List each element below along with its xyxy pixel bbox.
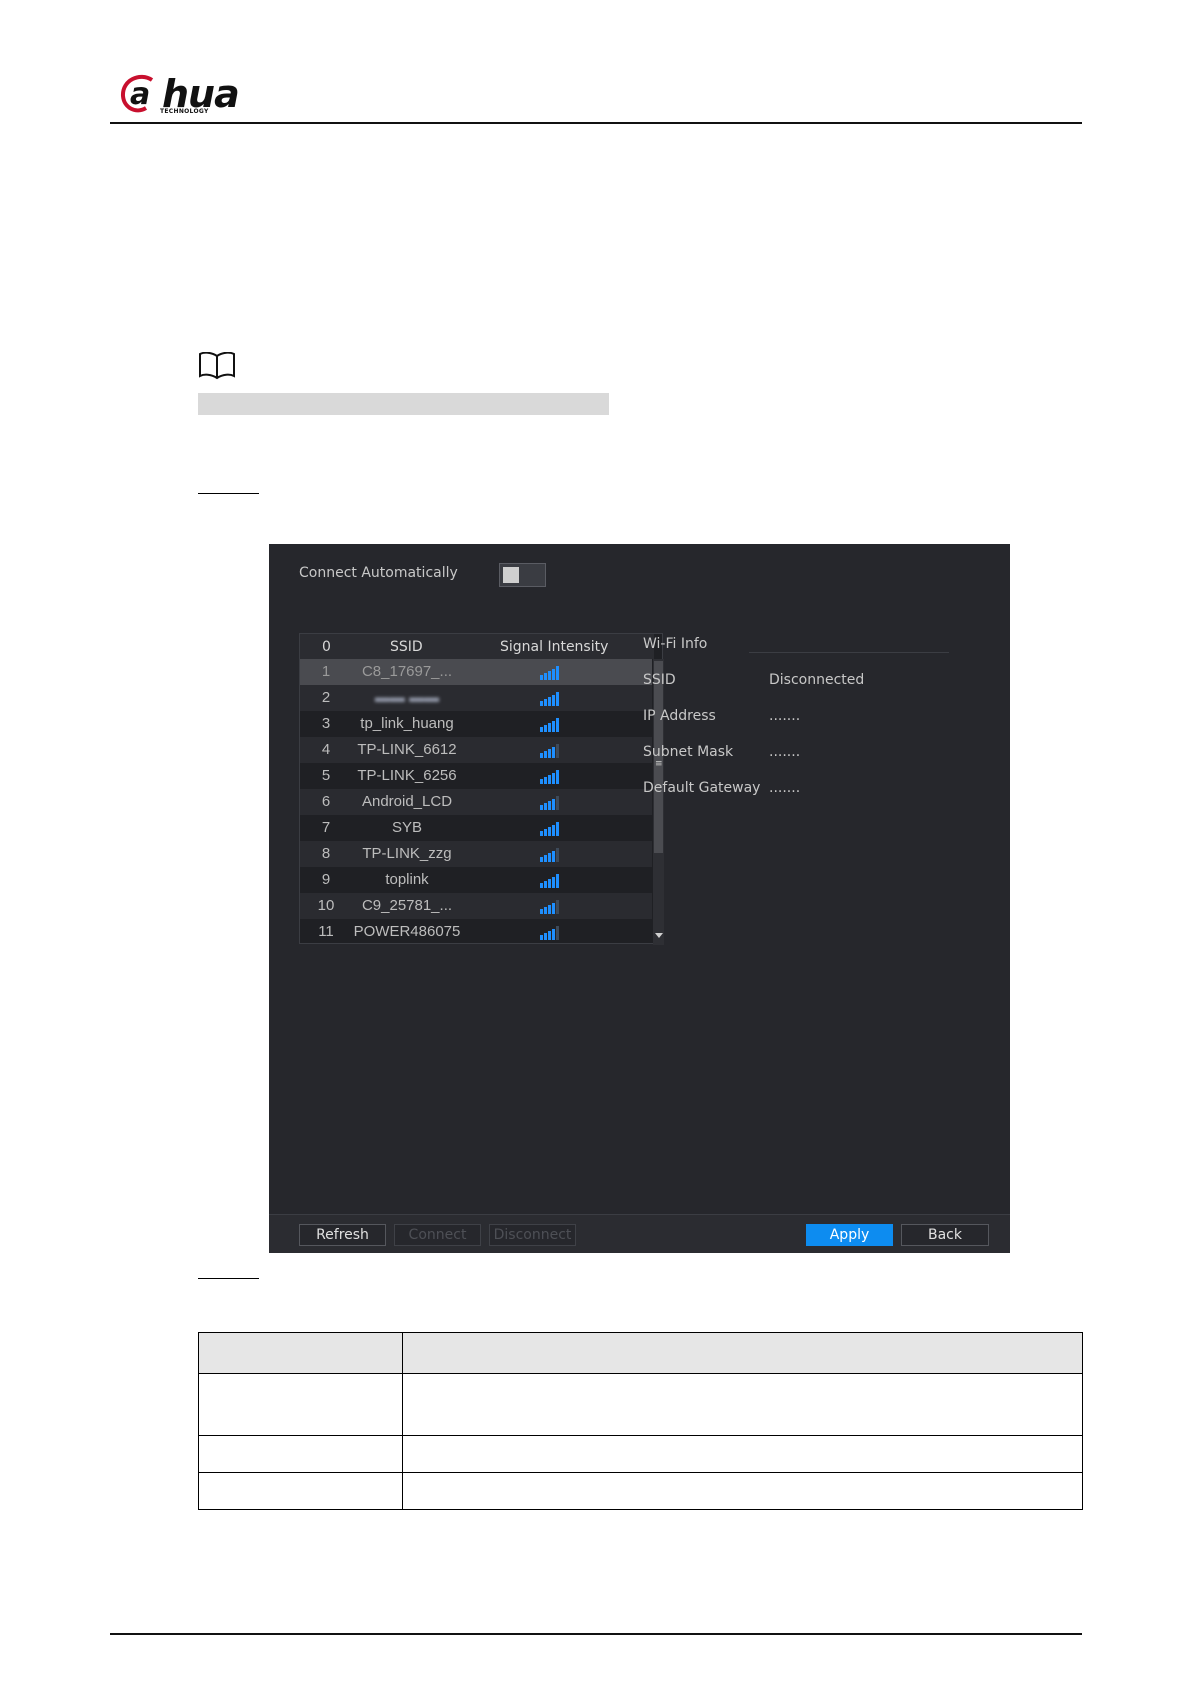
apply-button[interactable]: Apply xyxy=(806,1224,893,1246)
wifi-info-divider xyxy=(749,652,949,653)
connect-auto-label: Connect Automatically xyxy=(299,565,458,581)
scroll-down-icon[interactable] xyxy=(655,933,663,938)
signal-strength-icon xyxy=(540,846,560,862)
step-underline xyxy=(198,493,259,494)
grip-icon: ≡ xyxy=(655,759,663,769)
wifi-settings-panel: Connect Automatically 0 SSID Signal Inte… xyxy=(269,544,1010,1253)
table-cell xyxy=(198,1435,403,1473)
row-ssid: TP-LINK_6256 xyxy=(357,767,457,784)
row-number: 1 xyxy=(321,663,331,680)
wifi-list-row[interactable]: 1 C8_17697_... xyxy=(300,659,652,685)
row-ssid: TP-LINK_zzg xyxy=(362,845,452,862)
col-signal: Signal Intensity xyxy=(500,639,609,655)
table-row xyxy=(198,1373,1083,1436)
signal-strength-icon xyxy=(540,820,560,836)
mask-label: Subnet Mask xyxy=(643,744,734,760)
signal-strength-icon xyxy=(540,716,560,732)
refresh-button[interactable]: Refresh xyxy=(299,1224,386,1246)
connect-button[interactable]: Connect xyxy=(394,1224,481,1246)
wifi-list-row[interactable]: 4 TP-LINK_6612 xyxy=(300,737,652,763)
wifi-list-row[interactable]: 2 ▬▬ ▬▬ xyxy=(300,685,652,711)
signal-strength-icon xyxy=(540,794,560,810)
ssid-label: SSID xyxy=(643,672,676,688)
note-bar xyxy=(198,393,609,415)
wifi-list-header: 0 SSID Signal Intensity xyxy=(300,634,654,659)
table-cell xyxy=(402,1435,1083,1473)
wifi-list-row[interactable]: 5 TP-LINK_6256 xyxy=(300,763,652,789)
wifi-list-row[interactable]: 3 tp_link_huang xyxy=(300,711,652,737)
row-number: 8 xyxy=(321,845,331,862)
table-header-cell xyxy=(402,1332,1083,1374)
footer-rule xyxy=(110,1633,1082,1635)
wifi-list-row[interactable]: 6 Android_LCD xyxy=(300,789,652,815)
signal-strength-icon xyxy=(540,872,560,888)
row-ssid: C8_17697_... xyxy=(361,663,453,680)
brand-logo: a hua TECHNOLOGY xyxy=(120,72,240,116)
gateway-value: ....... xyxy=(769,780,801,796)
wifi-list-row[interactable]: 7 SYB xyxy=(300,815,652,841)
ip-label: IP Address xyxy=(643,708,716,724)
row-number: 6 xyxy=(321,793,331,810)
signal-strength-icon xyxy=(540,690,560,706)
wifi-list-row[interactable]: 9 toplink xyxy=(300,867,652,893)
parameter-table xyxy=(198,1332,1083,1510)
table-cell xyxy=(198,1472,403,1510)
row-ssid: C9_25781_... xyxy=(361,897,453,914)
wifi-list-row[interactable]: 11 POWER486075 xyxy=(300,919,652,945)
panel-footer: Refresh Connect Disconnect Apply Back xyxy=(269,1214,1010,1253)
brand-sub: TECHNOLOGY xyxy=(160,108,209,115)
table-row xyxy=(198,1472,1083,1510)
mask-value: ....... xyxy=(769,744,801,760)
disconnect-button[interactable]: Disconnect xyxy=(489,1224,576,1246)
table-cell xyxy=(402,1373,1083,1436)
row-ssid: ▬▬ ▬▬ xyxy=(374,689,440,706)
row-number: 4 xyxy=(321,741,331,758)
row-number: 7 xyxy=(321,819,331,836)
signal-strength-icon xyxy=(540,768,560,784)
signal-strength-icon xyxy=(540,924,560,940)
table-header-row xyxy=(198,1332,1083,1374)
row-number: 11 xyxy=(318,923,334,940)
signal-strength-icon xyxy=(540,742,560,758)
signal-strength-icon xyxy=(540,898,560,914)
table-cell xyxy=(402,1472,1083,1510)
ssid-value: Disconnected xyxy=(769,672,865,688)
row-ssid: POWER486075 xyxy=(353,923,461,940)
row-ssid: TP-LINK_6612 xyxy=(357,741,457,758)
connect-auto-toggle[interactable] xyxy=(499,563,546,587)
row-number: 9 xyxy=(321,871,331,888)
row-ssid: Android_LCD xyxy=(361,793,453,810)
table-header-cell xyxy=(198,1332,403,1374)
step-underline-2 xyxy=(198,1278,259,1279)
svg-text:a: a xyxy=(130,77,149,112)
header-rule xyxy=(110,122,1082,124)
logo-mark-icon: a xyxy=(120,74,160,114)
wifi-list-row[interactable]: 10 C9_25781_... xyxy=(300,893,652,919)
col-ssid: SSID xyxy=(390,639,423,655)
row-ssid: SYB xyxy=(391,819,422,836)
wifi-info-title: Wi-Fi Info xyxy=(643,636,708,652)
toggle-knob xyxy=(503,567,519,583)
row-number: 2 xyxy=(321,689,331,706)
row-number: 3 xyxy=(321,715,331,732)
ip-value: ....... xyxy=(769,708,801,724)
back-button[interactable]: Back xyxy=(901,1224,989,1246)
row-number: 5 xyxy=(321,767,331,784)
wifi-list-scrollbar[interactable]: ≡ xyxy=(653,659,664,945)
row-ssid: toplink xyxy=(385,871,429,888)
row-ssid: tp_link_huang xyxy=(360,715,454,732)
table-row xyxy=(198,1435,1083,1473)
wifi-list: 0 SSID Signal Intensity 1 C8_17697_... 2 ▬▬… xyxy=(299,633,664,945)
table-cell xyxy=(198,1373,403,1436)
note-book-icon xyxy=(198,351,236,385)
gateway-label: Default Gateway xyxy=(643,780,761,796)
signal-strength-icon xyxy=(540,664,560,680)
col-number: 0 xyxy=(322,639,331,655)
wifi-list-row[interactable]: 8 TP-LINK_zzg xyxy=(300,841,652,867)
row-number: 10 xyxy=(317,897,335,914)
